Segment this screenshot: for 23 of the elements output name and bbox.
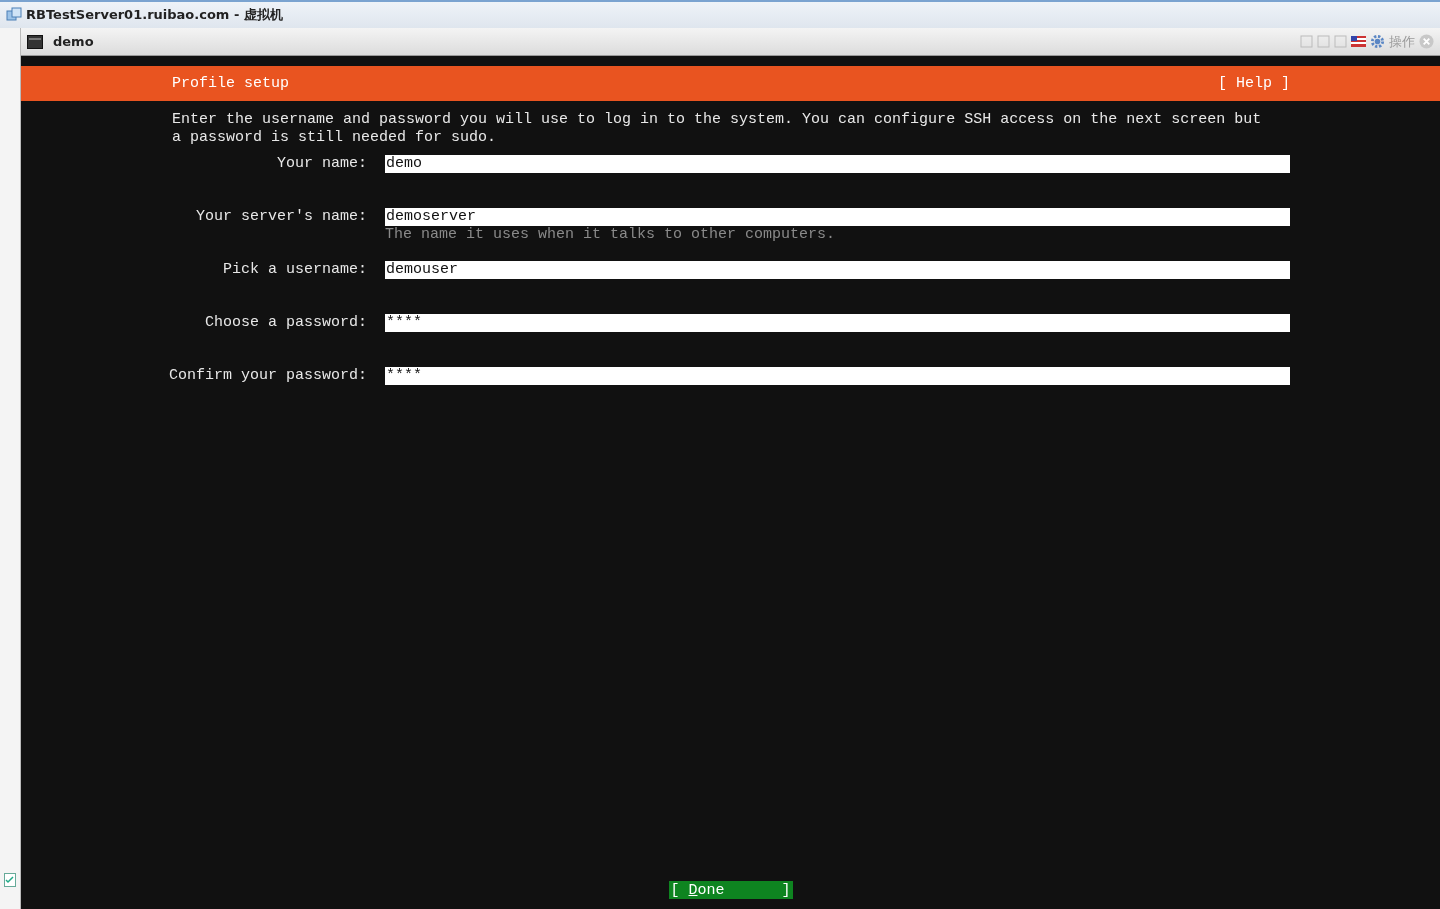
window-app-icon bbox=[6, 7, 22, 23]
field-label: Confirm your password: bbox=[168, 367, 367, 385]
console-icon bbox=[27, 34, 43, 49]
input-field[interactable]: demouser bbox=[385, 261, 1290, 279]
checklist-icon[interactable] bbox=[4, 873, 16, 887]
input-field[interactable]: **** bbox=[385, 367, 1290, 385]
field-hint: The name it uses when it talks to other computers. bbox=[385, 226, 837, 244]
field-label: Choose a password: bbox=[204, 314, 367, 332]
field-label: Your server's name: bbox=[195, 208, 367, 226]
fullscreen-icon[interactable] bbox=[1334, 35, 1347, 48]
console-window-title: demo bbox=[53, 34, 94, 49]
input-field[interactable]: demo bbox=[385, 155, 1290, 173]
close-icon[interactable] bbox=[1419, 34, 1434, 49]
flag-icon[interactable] bbox=[1351, 36, 1366, 47]
screen-title: Profile setup bbox=[172, 75, 290, 92]
intro-text: Enter the username and password you will use to log in to the system. You can configure SSH access on the next screen but a password is still needed for sudo. bbox=[172, 111, 1263, 147]
done-button[interactable]: [ Done ] bbox=[668, 881, 793, 899]
window-title: RBTestServer01.ruibao.com - 虚拟机 bbox=[26, 6, 283, 24]
input-field[interactable]: demoserver bbox=[385, 208, 1290, 226]
field-label: Your name: bbox=[277, 155, 367, 173]
input-field[interactable]: **** bbox=[385, 314, 1290, 332]
help-button[interactable]: [ Help ] bbox=[1218, 75, 1290, 92]
field-label: Pick a username: bbox=[222, 261, 367, 279]
